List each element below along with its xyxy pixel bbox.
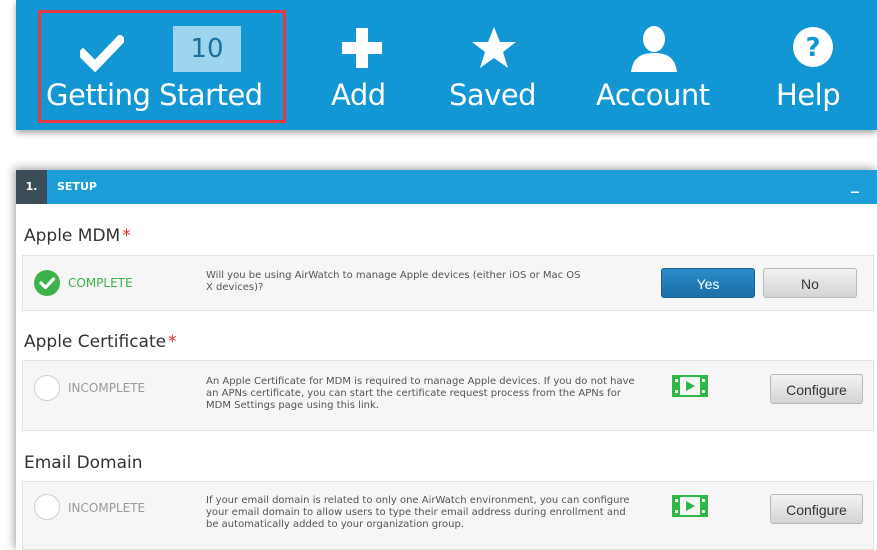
star-icon (472, 27, 516, 68)
nav-label-help: Help (776, 78, 841, 112)
configure-button[interactable]: Configure (770, 494, 863, 524)
description: Will you be using AirWatch to manage App… (206, 270, 581, 293)
group-title-text: Apple Certificate (24, 332, 167, 352)
apple-certificate-card: INCOMPLETE An Apple Certificate for MDM … (22, 360, 874, 431)
status-label: INCOMPLETE (68, 501, 146, 515)
getting-started-highlight (38, 10, 286, 123)
setup-panel: 1. SETUP _ Apple MDM * COMPLETE Will you … (16, 170, 877, 550)
nav-account[interactable]: Account (591, 0, 731, 130)
configure-button[interactable]: Configure (770, 374, 863, 404)
nav-help[interactable]: ? Help (768, 0, 858, 130)
nav-label-saved: Saved (449, 78, 537, 112)
status-label: COMPLETE (68, 276, 133, 290)
section-number: 1. (16, 170, 47, 204)
svg-text:?: ? (805, 33, 820, 63)
group-title-apple-certificate: Apple Certificate * (24, 332, 177, 352)
incomplete-circle-icon (34, 375, 60, 401)
description: If your email domain is related to only … (206, 495, 630, 530)
help-icon: ? (793, 27, 833, 67)
incomplete-circle-icon (34, 494, 60, 520)
video-icon[interactable] (672, 495, 708, 517)
group-title-text: Email Domain (24, 453, 143, 473)
collapse-button[interactable]: _ (851, 174, 859, 193)
group-title-apple-mdm: Apple MDM * (24, 226, 131, 246)
email-domain-card: INCOMPLETE If your email domain is relat… (22, 481, 874, 550)
nav-label-account: Account (596, 78, 710, 112)
nav-add[interactable]: Add (321, 0, 401, 130)
description: An Apple Certificate for MDM is required… (206, 376, 635, 411)
user-icon (631, 26, 677, 72)
status-label: INCOMPLETE (68, 381, 146, 395)
video-icon[interactable] (672, 375, 708, 397)
complete-check-icon (34, 270, 60, 296)
nav-label-add: Add (331, 78, 386, 112)
no-button[interactable]: No (763, 268, 857, 298)
plus-icon (342, 28, 382, 68)
yes-button[interactable]: Yes (661, 268, 755, 298)
group-title-email-domain: Email Domain (24, 453, 143, 473)
apple-mdm-card: COMPLETE Will you be using AirWatch to m… (22, 255, 874, 311)
group-title-text: Apple MDM (24, 226, 121, 246)
required-asterisk: * (122, 226, 131, 246)
nav-saved[interactable]: Saved (441, 0, 551, 130)
section-title: SETUP (57, 180, 97, 193)
setup-section-header[interactable]: 1. SETUP _ (16, 170, 877, 204)
required-asterisk: * (168, 332, 177, 352)
